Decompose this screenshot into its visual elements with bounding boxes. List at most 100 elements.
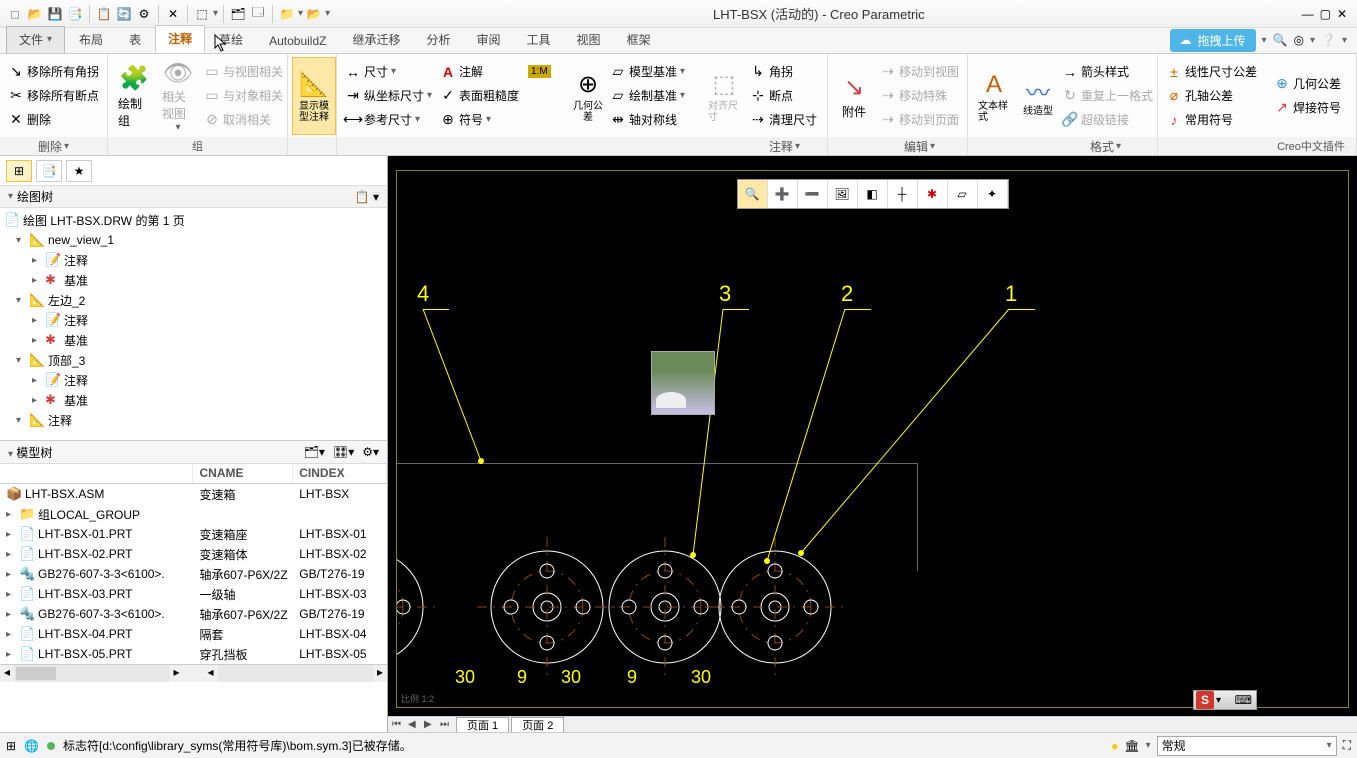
tree-child[interactable]: ▸✱基准 <box>0 330 387 350</box>
status-light-icon[interactable]: ● <box>1111 739 1118 753</box>
btn-common-sym[interactable]: ♪常用符号 <box>1162 108 1261 132</box>
btn-linear-tol[interactable]: ±线性尺寸公差 <box>1162 60 1261 84</box>
btn-related-view[interactable]: 👁相关视图▾ <box>156 57 200 135</box>
table-row[interactable]: ▸🔩GB276-607-3-3<6100>.轴承607-P6X/2ZGB/T27… <box>0 564 387 584</box>
qat-windows[interactable]: 🗔 <box>249 5 267 23</box>
btn-move-page[interactable]: ⇢移动到页面 <box>876 108 963 132</box>
btn-surface[interactable]: ✓表面粗糙度 <box>436 84 523 108</box>
btn-model-datum[interactable]: ▱模型基准▾ <box>606 60 689 84</box>
btn-arrow-style[interactable]: →箭头样式 <box>1058 60 1157 84</box>
btn-cleanup[interactable]: ⇢清理尺寸 <box>746 108 821 132</box>
qat-save-copy[interactable]: 📑 <box>66 5 84 23</box>
tab-sketch[interactable]: 草绘 <box>207 27 255 53</box>
table-row[interactable]: ▸📁组LOCAL_GROUP <box>0 504 387 524</box>
panel-hscroll[interactable]: ◂ ▸ ◂ ▸ <box>0 664 387 682</box>
lp-tab-layers[interactable]: 📑 <box>36 160 62 182</box>
tree-settings[interactable]: 📋 ▾ <box>355 190 379 204</box>
btn-draw-datum[interactable]: ▱绘制基准▾ <box>606 84 689 108</box>
btn-axis-sym[interactable]: ⇹轴对称线 <box>606 108 689 132</box>
qat-folder[interactable]: 📂 <box>305 5 323 23</box>
btn-scale[interactable]: 1:M <box>524 60 555 84</box>
btn-text-style[interactable]: A文本样式 <box>972 57 1016 135</box>
page-1-tab[interactable]: 页面 1 <box>456 717 509 732</box>
tab-file[interactable]: 文件▾ <box>6 26 65 53</box>
btn-break[interactable]: ⊹断点 <box>746 84 821 108</box>
page-next[interactable]: ▶ <box>424 719 438 730</box>
qat-close-win[interactable]: ✕ <box>164 5 182 23</box>
qat-new[interactable]: ◻ <box>6 5 24 23</box>
lp-tab-fav[interactable]: ★ <box>66 160 92 182</box>
btn-rel-obj[interactable]: ▭与对象相关 <box>200 84 287 108</box>
table-row[interactable]: ▸📄LHT-BSX-03.PRT一级轴LHT-BSX-03 <box>0 584 387 604</box>
tree-child[interactable]: ▸✱基准 <box>0 270 387 290</box>
page-last[interactable]: ⏭ <box>440 719 454 730</box>
btn-symbol[interactable]: ⊕符号▾ <box>436 108 523 132</box>
mt-filter[interactable]: 🗂▾ <box>304 445 325 459</box>
tree-child[interactable]: ▸📝注释 <box>0 310 387 330</box>
dim-9a[interactable]: 9 <box>517 667 527 688</box>
btn-jog[interactable]: ↳角拐 <box>746 60 821 84</box>
btn-weld-sym[interactable]: ↗焊接符号 <box>1270 96 1345 120</box>
btn-show-model-annot[interactable]: 📐 显示模型注释 <box>292 57 336 135</box>
qat-regen[interactable]: 🔄 <box>115 5 133 23</box>
page-first[interactable]: ⏮ <box>392 719 406 730</box>
lp-tab-tree[interactable]: ⊞ <box>6 160 32 182</box>
page-prev[interactable]: ◀ <box>408 719 422 730</box>
tree-node[interactable]: ▾📐左边_2 <box>0 290 387 310</box>
btn-ordinate[interactable]: ⇥纵坐标尺寸▾ <box>341 84 436 108</box>
drawing-tree[interactable]: 📄绘图 LHT-BSX.DRW 的第 1 页 ▾📐new_view_1▸📝注释▸… <box>0 208 387 440</box>
target-icon[interactable]: ◎ <box>1294 33 1304 47</box>
qat-copy-props[interactable]: 📋 <box>95 5 113 23</box>
upload-dropdown[interactable]: ▾ <box>1262 35 1267 46</box>
qat-open[interactable]: 📂 <box>26 5 44 23</box>
selection-filter-combo[interactable]: 常规▾ <box>1157 736 1337 756</box>
tree-collapse[interactable]: ▾ <box>8 191 13 202</box>
table-row[interactable]: ▸📄LHT-BSX-04.PRT隔套LHT-BSX-04 <box>0 624 387 644</box>
help-icon[interactable]: ❔ <box>1321 33 1336 47</box>
dim-30c[interactable]: 30 <box>691 667 711 688</box>
window-minimize[interactable]: — <box>1302 7 1314 21</box>
btn-note[interactable]: A注解 <box>436 60 523 84</box>
window-maximize[interactable]: ▢ <box>1320 7 1331 21</box>
status-expand-icon[interactable]: ⛶ <box>1343 738 1351 753</box>
tab-table[interactable]: 表 <box>117 27 153 53</box>
tab-autobuildz[interactable]: AutobuildZ <box>257 30 338 53</box>
btn-hole-tol[interactable]: ⌀孔轴公差 <box>1162 84 1261 108</box>
status-filter-icon[interactable]: 🏛 <box>1124 739 1139 753</box>
qat-select-box[interactable]: ⬚ <box>193 5 211 23</box>
dim-30a[interactable]: 30 <box>455 667 475 688</box>
tab-review[interactable]: 审阅 <box>465 27 513 53</box>
table-row[interactable]: ▸📄LHT-BSX-05.PRT穿孔挡板LHT-BSX-05 <box>0 644 387 664</box>
btn-move-view[interactable]: ⇢移动到视图 <box>876 60 963 84</box>
tree-node[interactable]: ▾📐顶部_3 <box>0 350 387 370</box>
btn-remove-breaks[interactable]: ✂移除所有断点 <box>4 84 103 108</box>
btn-geo-tol2[interactable]: ⊕几何公差 <box>1270 72 1345 96</box>
dim-30b[interactable]: 30 <box>561 667 581 688</box>
btn-attach[interactable]: ↘附件 <box>832 57 876 135</box>
btn-draw-group[interactable]: 🧩绘制组 <box>112 57 156 135</box>
drawing-canvas[interactable]: 🔍 ➕ ➖ 🖼 ◧ ┼ ✱ ▱ ✦ 4 3 2 1 <box>388 156 1357 716</box>
dim-9b[interactable]: 9 <box>627 667 637 688</box>
ime-toolbar[interactable]: S▾⌨ <box>1193 690 1257 710</box>
btn-rel-view[interactable]: ▭与视图相关 <box>200 60 287 84</box>
btn-align-dim[interactable]: ⬚对齐尺寸 <box>702 57 746 135</box>
model-table[interactable]: 📦LHT-BSX.ASM变速箱LHT-BSX▸📁组LOCAL_GROUP▸📄LH… <box>0 484 387 664</box>
btn-refdim[interactable]: ⟷参考尺寸▾ <box>341 108 436 132</box>
tab-annotate[interactable]: 注释 <box>155 25 205 53</box>
btn-dimension[interactable]: ↔尺寸▾ <box>341 60 436 84</box>
mt-settings[interactable]: ⚙▾ <box>362 445 379 459</box>
qat-layers[interactable]: 🗂 <box>229 5 247 23</box>
btn-remove-jogs[interactable]: ↘移除所有角拐 <box>4 60 103 84</box>
status-globe-icon[interactable]: 🌐 <box>24 739 39 753</box>
tab-inherit[interactable]: 继承迁移 <box>340 27 412 53</box>
tab-layout[interactable]: 布局 <box>67 27 115 53</box>
table-row[interactable]: ▸📄LHT-BSX-02.PRT变速箱体LHT-BSX-02 <box>0 544 387 564</box>
btn-hyperlink[interactable]: 🔗超级链接 <box>1058 108 1157 132</box>
btn-delete[interactable]: ✕删除 <box>4 108 103 132</box>
status-tree-icon[interactable]: ⊞ <box>6 739 16 753</box>
tab-tools[interactable]: 工具 <box>515 27 563 53</box>
table-row[interactable]: ▸📄LHT-BSX-01.PRT变速箱座LHT-BSX-01 <box>0 524 387 544</box>
tab-frame[interactable]: 框架 <box>615 27 663 53</box>
upload-button[interactable]: ☁ 拖拽上传 <box>1170 29 1256 52</box>
btn-unrel[interactable]: ⊘取消相关 <box>200 108 287 132</box>
